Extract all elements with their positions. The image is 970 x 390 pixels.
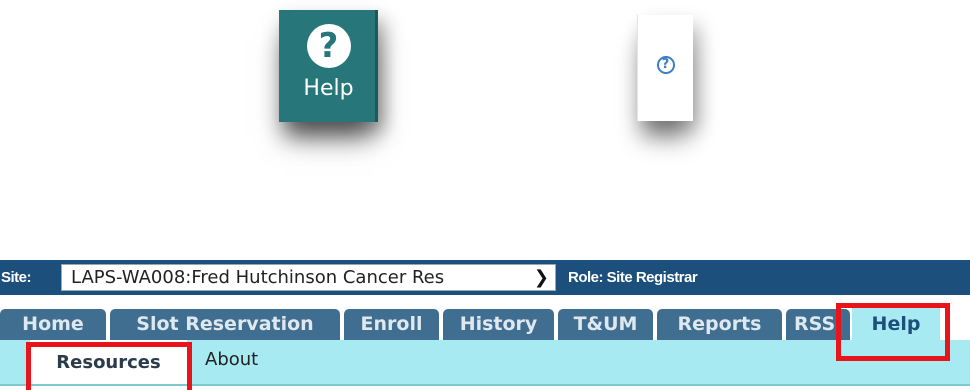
site-select-value: LAPS-WA008:Fred Hutchinson Cancer Res — [71, 267, 445, 288]
tab-reports[interactable]: Reports — [657, 309, 782, 340]
role-label: Role: Site Registrar — [568, 269, 698, 286]
main-tab-bar: Home Slot Reservation Enroll History T&U… — [0, 295, 970, 340]
subtab-resources[interactable]: Resources — [30, 340, 187, 384]
subtab-about[interactable]: About — [205, 340, 258, 384]
help-button-small[interactable]: ? — [637, 15, 693, 121]
help-button-large[interactable]: ? Help — [279, 10, 378, 122]
site-label: Site: — [1, 269, 32, 286]
tab-slot-reservation[interactable]: Slot Reservation — [110, 309, 340, 340]
tab-tum[interactable]: T&UM — [558, 309, 653, 340]
tab-enroll[interactable]: Enroll — [344, 309, 439, 340]
chevron-down-icon: ❯ — [533, 267, 549, 288]
app-navigation: Site: LAPS-WA008:Fred Hutchinson Cancer … — [0, 252, 970, 390]
tab-help[interactable]: Help — [852, 304, 940, 340]
tab-history[interactable]: History — [443, 309, 554, 340]
tab-rss[interactable]: RSS — [786, 309, 850, 340]
help-button-label: Help — [303, 76, 354, 101]
button-edge — [375, 10, 378, 122]
site-bar: Site: LAPS-WA008:Fred Hutchinson Cancer … — [0, 260, 970, 295]
tab-home[interactable]: Home — [0, 309, 106, 340]
site-select[interactable]: LAPS-WA008:Fred Hutchinson Cancer Res ❯ — [61, 264, 556, 291]
question-circle-icon: ? — [306, 24, 351, 68]
question-circle-outline-icon: ? — [656, 56, 675, 74]
sub-tab-bar: Resources About — [0, 340, 970, 386]
